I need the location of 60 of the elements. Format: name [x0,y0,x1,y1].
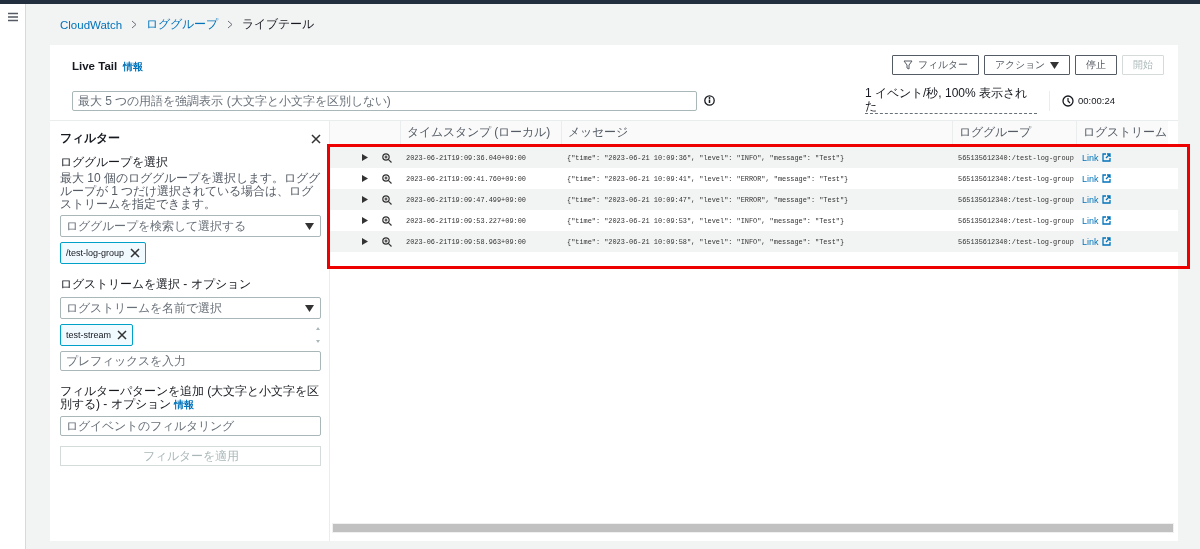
highlight-field[interactable]: 最大 5 つの用語を強調表示 (大文字と小文字を区別しない) [72,90,697,111]
actions-dropdown[interactable]: アクション [984,55,1070,75]
filter-pattern-field[interactable]: ログイベントのフィルタリング [60,416,321,436]
page-title: Live Tail [72,60,118,72]
zoom-in-icon[interactable] [382,194,392,205]
log-stream-link[interactable]: Link [1082,215,1099,226]
expand-icon[interactable] [362,238,368,245]
close-icon[interactable] [311,133,321,144]
expand-icon[interactable] [362,154,368,161]
log-stream-link[interactable]: Link [1082,152,1099,163]
expand-icon[interactable] [362,217,368,224]
zoom-in-icon[interactable] [382,215,392,226]
elapsed-time: 00:00:24 [1078,95,1115,106]
log-stream-select[interactable]: ログストリームを名前で選択 [60,297,321,319]
remove-icon[interactable] [117,330,127,340]
breadcrumb-link[interactable]: ロググループ [146,17,219,32]
field-label: フィルターパターンを追加 (大文字と小文字を区別する) - オプション 情報 [60,385,321,411]
event-rate: 1 イベント/秒, 100% 表示された [865,87,1037,114]
column-header[interactable]: ログストリーム [1076,121,1168,144]
chevron-icon [131,20,138,29]
zoom-in-icon[interactable] [382,236,392,247]
external-link-icon [1101,195,1111,204]
info-icon[interactable] [704,95,715,106]
zoom-in-icon[interactable] [382,152,392,163]
info-link[interactable]: 情報 [123,61,144,72]
selected-token: /test-log-group [60,242,147,264]
field-label: ロググループを選択 [60,154,169,171]
clock-icon [1062,94,1074,107]
selected-token: test-stream [60,324,133,346]
log-stream-link[interactable]: Link [1082,194,1099,205]
column-header[interactable]: ロググループ [952,121,1076,144]
external-link-icon [1101,174,1111,183]
log-stream-link[interactable]: Link [1082,236,1099,247]
breadcrumb-current: ライブテール [242,17,315,32]
external-link-icon [1101,237,1111,246]
column-header[interactable]: メッセージ [561,121,952,144]
field-label: ログストリームを選択 - オプション [60,276,252,293]
info-link[interactable]: 情報 [174,399,194,410]
menu-icon[interactable] [7,10,18,24]
log-stream-link[interactable]: Link [1082,173,1099,184]
caret-icon [305,222,314,230]
expand-icon[interactable] [362,175,368,182]
caret-icon [1050,61,1059,69]
horizontal-scrollbar[interactable] [332,523,1174,533]
column-header[interactable]: タイムスタンプ (ローカル) [400,121,561,144]
external-link-icon [1101,216,1111,225]
filter-button[interactable]: フィルター [892,55,979,75]
filter-icon [903,60,913,70]
expand-icon[interactable] [362,196,368,203]
prefix-field[interactable]: プレフィックスを入力 [60,351,321,371]
external-link-icon [1101,153,1111,162]
field-description: 最大 10 個のロググループを選択します。ロググループが 1 つだけ選択されている場合は、ログストリームを指定できます。 [60,172,321,211]
chevron-icon [227,20,234,29]
toolbar-button[interactable]: 停止 [1075,55,1117,75]
remove-icon[interactable] [130,248,141,258]
panel-title: フィルター [60,131,120,146]
breadcrumb-link[interactable]: CloudWatch [60,18,123,31]
zoom-in-icon[interactable] [382,173,392,184]
log-group-select[interactable]: ロググループを検索して選択する [60,215,321,237]
caret-icon [305,304,314,312]
